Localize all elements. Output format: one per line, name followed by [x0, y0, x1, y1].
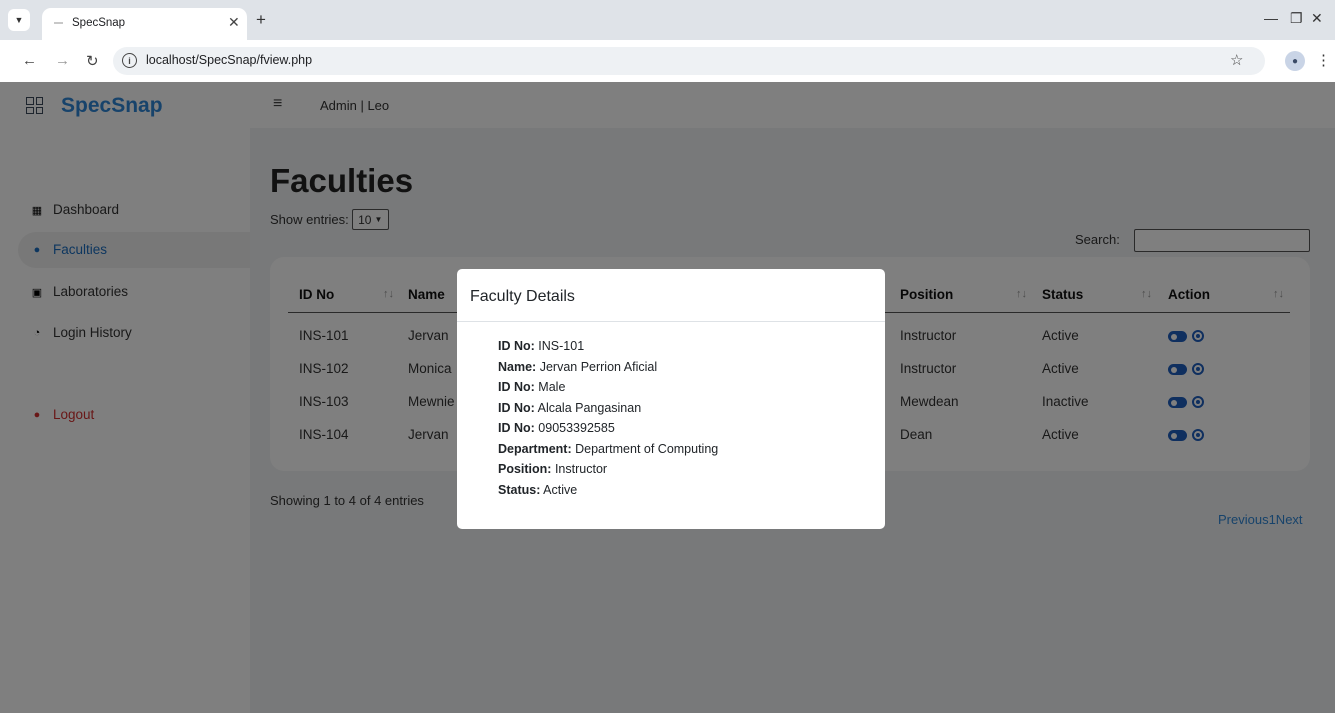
- modal-divider: [457, 321, 885, 322]
- detail-value: 09053392585: [538, 421, 615, 435]
- detail-row: Name: Jervan Perrion Aficial: [498, 360, 657, 374]
- new-tab-icon[interactable]: +: [256, 10, 266, 30]
- chevron-down-icon: ▼: [14, 15, 24, 25]
- browser-tab[interactable]: SpecSnap ✕: [42, 8, 247, 40]
- minimize-icon[interactable]: —: [1264, 10, 1278, 26]
- detail-value: Male: [538, 380, 566, 394]
- detail-value: Active: [543, 482, 578, 497]
- detail-value: Alcala Pangasinan: [537, 400, 642, 415]
- address-bar[interactable]: i localhost/SpecSnap/fview.php ☆: [113, 47, 1265, 75]
- detail-label: Status:: [498, 482, 541, 497]
- detail-label: ID No:: [498, 400, 535, 415]
- detail-value: Jervan Perrion Aficial: [539, 359, 658, 374]
- detail-label: ID No:: [498, 421, 535, 435]
- back-icon[interactable]: ←: [22, 52, 37, 69]
- detail-label: Department:: [498, 441, 572, 456]
- tab-search-button[interactable]: ▼: [8, 9, 30, 31]
- close-tab-icon[interactable]: ✕: [228, 14, 240, 31]
- reload-icon[interactable]: ↻: [86, 52, 99, 70]
- forward-icon[interactable]: →: [55, 52, 70, 69]
- detail-value: INS-101: [538, 339, 585, 353]
- detail-value: Department of Computing: [575, 441, 719, 456]
- detail-row: ID No: Male: [498, 380, 565, 394]
- browser-tab-strip: ▼ SpecSnap ✕ + — ❐ ✕: [0, 0, 1335, 40]
- modal-title: Faculty Details: [470, 288, 575, 305]
- url-text[interactable]: localhost/SpecSnap/fview.php: [146, 53, 312, 67]
- tab-title: SpecSnap: [72, 17, 126, 29]
- site-info-icon[interactable]: i: [122, 53, 137, 68]
- window-close-icon[interactable]: ✕: [1311, 10, 1323, 27]
- detail-row: Position: Instructor: [498, 462, 607, 476]
- detail-value: Instructor: [554, 462, 608, 476]
- detail-label: ID No:: [498, 380, 535, 394]
- detail-label: Position:: [498, 462, 552, 476]
- profile-avatar-icon[interactable]: ●: [1285, 51, 1305, 71]
- detail-label: ID No:: [498, 339, 535, 353]
- detail-row: Status: Active: [498, 483, 577, 497]
- detail-row: ID No: 09053392585: [498, 421, 615, 435]
- detail-row: ID No: INS-101: [498, 339, 584, 353]
- favicon-icon: [54, 22, 63, 24]
- restore-icon[interactable]: ❐: [1290, 10, 1303, 27]
- bookmark-star-icon[interactable]: ☆: [1230, 51, 1243, 69]
- faculty-details-modal: Faculty Details ID No: INS-101 Name: Jer…: [457, 269, 885, 529]
- detail-row: Department: Department of Computing: [498, 442, 718, 456]
- detail-label: Name:: [498, 359, 537, 374]
- detail-row: ID No: Alcala Pangasinan: [498, 401, 641, 415]
- browser-menu-icon[interactable]: ⋮: [1316, 51, 1331, 69]
- browser-toolbar: ← → ↻ i localhost/SpecSnap/fview.php ☆ ●…: [0, 40, 1335, 82]
